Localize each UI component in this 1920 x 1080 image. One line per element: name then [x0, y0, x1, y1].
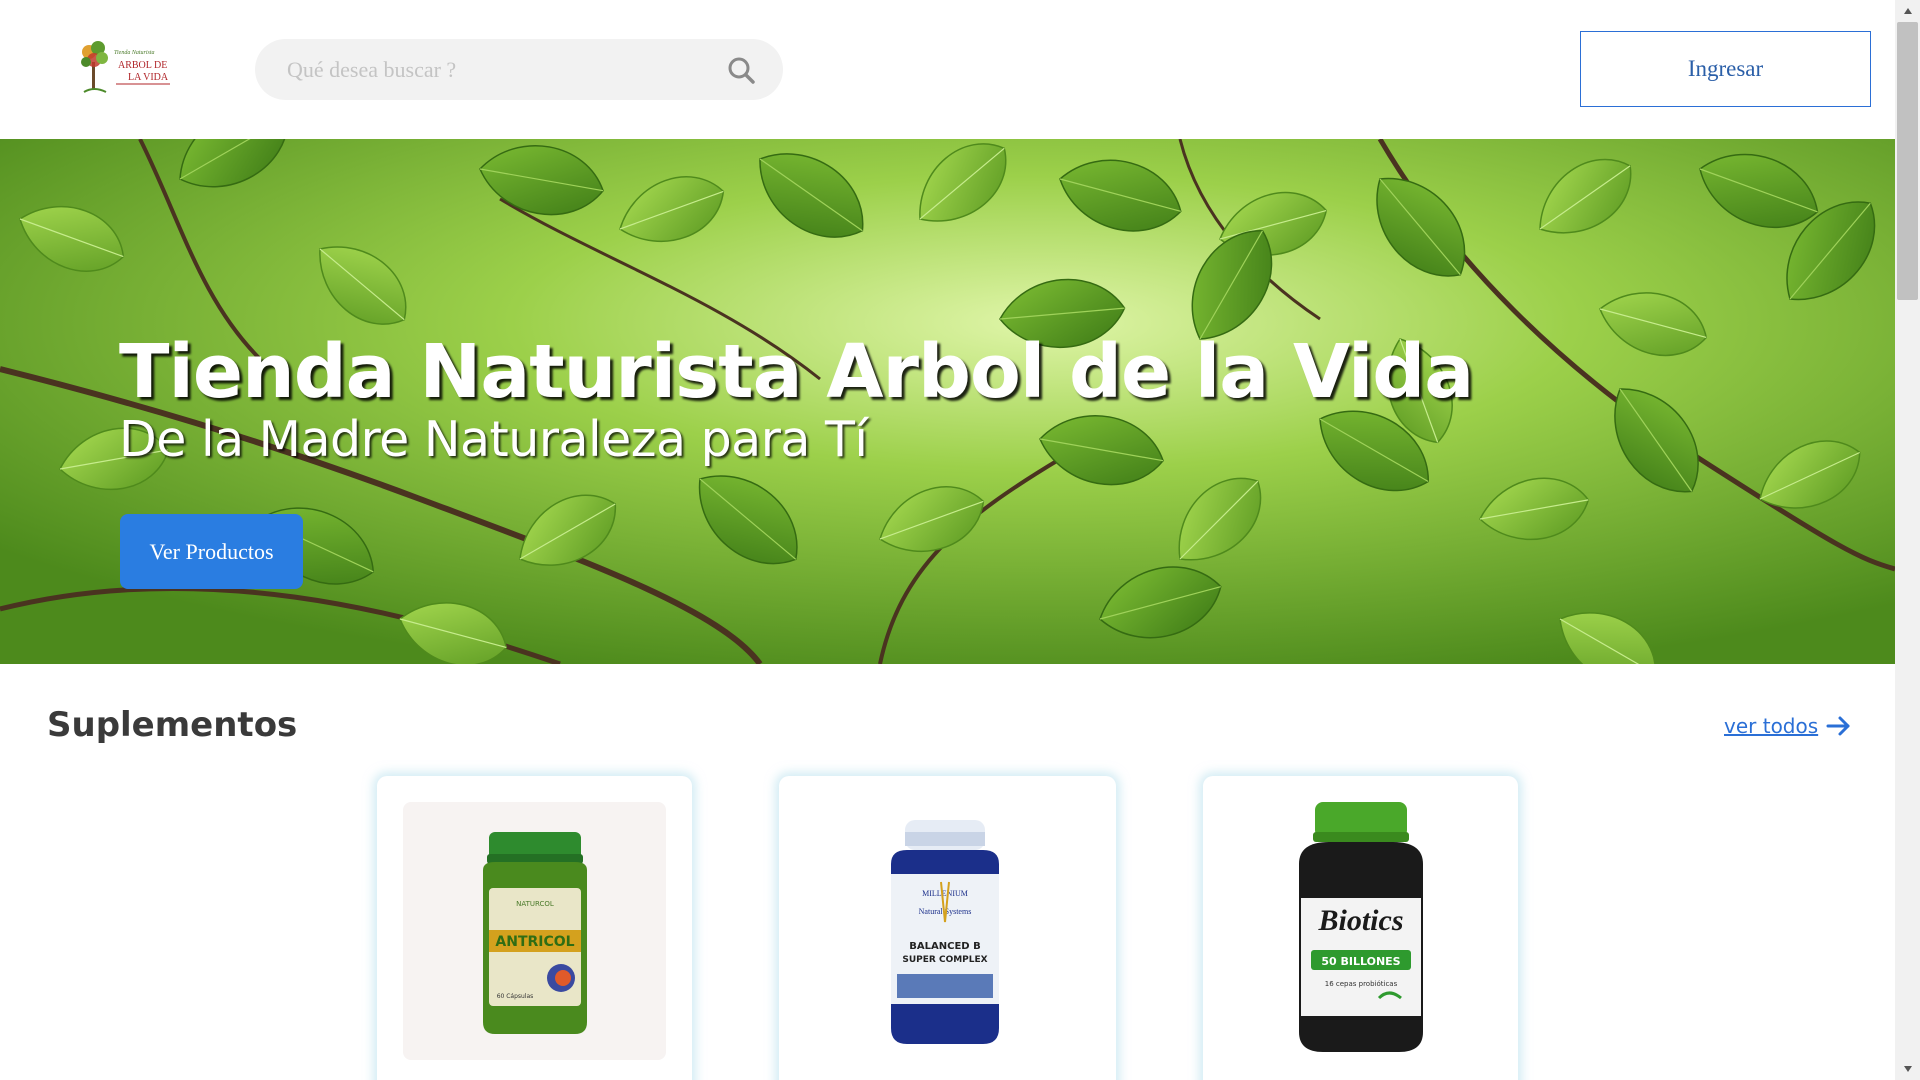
view-products-button[interactable]: Ver Productos: [120, 514, 303, 589]
scroll-up-button[interactable]: [1895, 0, 1920, 22]
tree-logo-icon: [81, 41, 108, 93]
svg-text:Tienda Naturista: Tienda Naturista: [114, 50, 155, 56]
svg-text:SUPER COMPLEX: SUPER COMPLEX: [902, 955, 987, 965]
svg-text:ARBOL DE: ARBOL DE: [118, 60, 167, 71]
product-image: Biotics 50 BILLONES 16 cepas probióticas: [1229, 802, 1492, 1060]
product-card[interactable]: ANTRICOL NATURCOL 60 Cápsulas: [377, 776, 692, 1080]
section-title: Suplementos: [47, 705, 298, 745]
product-card[interactable]: Biotics 50 BILLONES 16 cepas probióticas: [1203, 776, 1518, 1080]
hero-subtitle: De la Madre Naturaleza para Tí: [119, 411, 868, 468]
supplement-bottle-image: ANTRICOL NATURCOL 60 Cápsulas: [483, 832, 587, 1034]
product-image: ANTRICOL NATURCOL 60 Cápsulas: [403, 802, 666, 1060]
scroll-down-button[interactable]: [1895, 1058, 1920, 1080]
svg-text:ANTRICOL: ANTRICOL: [495, 934, 574, 950]
product-image: MILLENIUM Natural Systems BALANCED B SUP…: [805, 802, 1090, 1060]
search-icon: [728, 57, 755, 84]
see-all-link[interactable]: ver todos: [1724, 714, 1852, 738]
svg-text:60 Cápsulas: 60 Cápsulas: [497, 993, 534, 1000]
supplement-bottle-image: MILLENIUM Natural Systems BALANCED B SUP…: [891, 820, 999, 1044]
site-logo[interactable]: Tienda Naturista ARBOL DE LA VIDA: [80, 38, 174, 96]
login-button[interactable]: Ingresar: [1580, 31, 1871, 107]
site-header: Tienda Naturista ARBOL DE LA VIDA Ingres…: [0, 0, 1895, 139]
supplement-bottle-image: Biotics 50 BILLONES 16 cepas probióticas: [1299, 802, 1423, 1052]
caret-up-icon: [1903, 8, 1912, 14]
product-card[interactable]: MILLENIUM Natural Systems BALANCED B SUP…: [779, 776, 1116, 1080]
vertical-scrollbar[interactable]: [1895, 0, 1920, 1080]
svg-text:Biotics: Biotics: [1317, 904, 1403, 937]
arrow-right-icon: [1826, 716, 1850, 736]
search-input[interactable]: [287, 39, 707, 100]
hero-banner: Tienda Naturista Arbol de la Vida De la …: [0, 139, 1895, 664]
hero-title: Tienda Naturista Arbol de la Vida: [119, 329, 1474, 415]
svg-text:LA VIDA: LA VIDA: [128, 72, 169, 83]
svg-text:BALANCED B: BALANCED B: [909, 941, 980, 952]
search-button[interactable]: [715, 49, 767, 91]
see-all-label: ver todos: [1724, 714, 1819, 738]
svg-text:16 cepas probióticas: 16 cepas probióticas: [1325, 980, 1398, 988]
caret-down-icon: [1903, 1066, 1912, 1072]
svg-text:MILLENIUM: MILLENIUM: [922, 889, 968, 898]
scrollbar-thumb[interactable]: [1897, 22, 1918, 300]
svg-text:NATURCOL: NATURCOL: [516, 900, 554, 908]
svg-text:50 BILLONES: 50 BILLONES: [1321, 955, 1400, 968]
search-bar: [255, 39, 783, 100]
